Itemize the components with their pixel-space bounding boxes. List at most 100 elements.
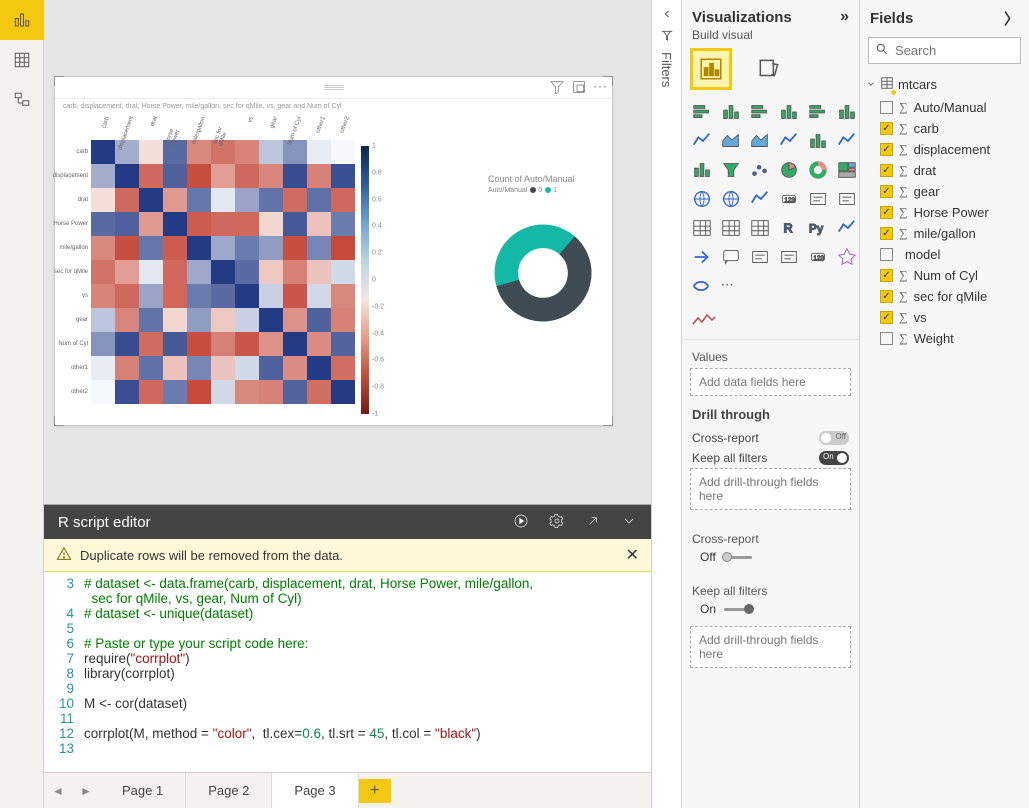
checkbox[interactable] [880, 269, 893, 282]
report-view-icon[interactable] [0, 0, 44, 40]
model-view-icon[interactable] [0, 80, 44, 120]
viz-clustered-bar[interactable] [719, 100, 743, 124]
field-auto-manual[interactable]: ∑ Auto/Manual [860, 97, 1029, 118]
viz-pie[interactable] [777, 158, 801, 182]
viz-clustered-column[interactable] [777, 100, 801, 124]
field-gear[interactable]: ∑ gear [860, 181, 1029, 202]
focus-icon[interactable] [571, 79, 587, 98]
table-node-mtcars[interactable]: mtcars [860, 70, 1029, 97]
popout-icon[interactable] [585, 513, 601, 532]
viz-area[interactable] [719, 129, 743, 153]
viz-stacked-bar[interactable] [690, 100, 714, 124]
page-tab[interactable]: Page 3 [272, 773, 358, 808]
search-input[interactable] [895, 43, 1014, 58]
drillthrough-dropzone[interactable]: Add drill-through fields here [690, 468, 851, 510]
viz-line-clustered[interactable] [777, 129, 801, 153]
viz-py-visual[interactable]: Py [806, 216, 830, 240]
viz-waterfall[interactable] [690, 158, 714, 182]
r-visual[interactable]: ··· carb, displacement, drat, Horse Powe… [54, 76, 613, 426]
viz-more-menu[interactable]: ⋯ [717, 275, 739, 300]
viz-narrative[interactable] [748, 245, 772, 269]
page-tab[interactable]: Page 1 [100, 773, 186, 808]
checkbox[interactable] [880, 227, 893, 240]
viz-extra[interactable] [690, 275, 712, 300]
viz-clustered-column-100[interactable] [835, 100, 859, 124]
run-script-icon[interactable] [513, 513, 529, 532]
viz-azure-map[interactable] [748, 187, 772, 211]
more-icon[interactable]: ··· [593, 79, 608, 98]
viz-qa[interactable] [719, 245, 743, 269]
viz-card[interactable] [806, 187, 830, 211]
checkbox[interactable] [880, 164, 893, 177]
expand-filters-icon[interactable] [661, 8, 673, 23]
field-horse-power[interactable]: ∑ Horse Power [860, 202, 1029, 223]
cross-report-slider[interactable] [724, 556, 752, 559]
report-canvas[interactable]: ··· carb, displacement, drat, Horse Powe… [44, 0, 651, 504]
field-drat[interactable]: ∑ drat [860, 160, 1029, 181]
viz-funnel[interactable] [719, 158, 743, 182]
view-rail [0, 0, 44, 808]
field-weight[interactable]: ∑ Weight [860, 328, 1029, 349]
filter-icon[interactable] [549, 79, 565, 98]
field-sec-for-qmile[interactable]: ∑ sec for qMile [860, 286, 1029, 307]
format-visual-mode[interactable] [750, 50, 788, 88]
field-carb[interactable]: ∑ carb [860, 118, 1029, 139]
build-visual-mode[interactable] [692, 50, 730, 88]
viz-ribbon[interactable] [835, 129, 859, 153]
values-dropzone[interactable]: Add data fields here [690, 368, 851, 396]
next-page-icon[interactable]: ► [72, 773, 100, 808]
viz-key-influencers[interactable] [835, 216, 859, 240]
field-vs[interactable]: ∑ vs [860, 307, 1029, 328]
viz-line[interactable] [690, 129, 714, 153]
viz-multi-card[interactable] [835, 187, 859, 211]
viz-gauge[interactable]: 123 [777, 187, 801, 211]
viz-map[interactable] [690, 187, 714, 211]
viz-table[interactable] [748, 216, 772, 240]
checkbox[interactable] [880, 206, 893, 219]
checkbox[interactable] [880, 143, 893, 156]
viz-scatter[interactable] [748, 158, 772, 182]
collapse-fields-icon[interactable]: 〉 [1004, 8, 1019, 29]
checkbox[interactable] [880, 101, 893, 114]
checkbox[interactable] [880, 185, 893, 198]
data-view-icon[interactable] [0, 40, 44, 80]
viz-stacked-bar-100[interactable] [806, 100, 830, 124]
field-mile-gallon[interactable]: ∑ mile/gallon [860, 223, 1029, 244]
viz-r-visual[interactable]: R [777, 216, 801, 240]
viz-powerapp[interactable]: 123 [806, 245, 830, 269]
viz-paginated[interactable] [777, 245, 801, 269]
filters-pane-collapsed[interactable]: Filters [651, 0, 681, 808]
checkbox[interactable] [880, 248, 893, 261]
add-page-button[interactable]: + [359, 779, 391, 803]
viz-stacked-column[interactable] [748, 100, 772, 124]
cross-report-toggle[interactable]: Off [819, 431, 849, 445]
fields-search[interactable] [868, 37, 1021, 64]
keep-filters-slider[interactable] [724, 608, 752, 611]
collapse-viz-icon[interactable]: » [840, 8, 849, 26]
viz-stacked-area[interactable] [748, 129, 772, 153]
field-displacement[interactable]: ∑ displacement [860, 139, 1029, 160]
page-tab[interactable]: Page 2 [186, 773, 272, 808]
field-num-of-cyl[interactable]: ∑ Num of Cyl [860, 265, 1029, 286]
prev-page-icon[interactable]: ◄ [44, 773, 72, 808]
script-options-icon[interactable] [549, 513, 565, 532]
viz-decomp[interactable] [690, 245, 714, 269]
checkbox[interactable] [880, 122, 893, 135]
visual-header[interactable]: ··· [55, 77, 612, 99]
viz-slicer[interactable] [719, 216, 743, 240]
viz-donut[interactable] [806, 158, 830, 182]
checkbox[interactable] [880, 311, 893, 324]
checkbox[interactable] [880, 290, 893, 303]
viz-treemap[interactable] [835, 158, 859, 182]
field-model[interactable]: model [860, 244, 1029, 265]
code-area[interactable]: 3# dataset <- data.frame(carb, displacem… [44, 572, 651, 772]
collapse-editor-icon[interactable] [621, 513, 637, 532]
viz-custom[interactable] [835, 245, 859, 269]
drillthrough-dropzone-2[interactable]: Add drill-through fields here [690, 626, 851, 668]
viz-filled-map[interactable] [719, 187, 743, 211]
close-icon[interactable]: ✕ [626, 545, 639, 565]
viz-kpi[interactable] [690, 216, 714, 240]
keep-filters-toggle[interactable]: On [819, 451, 849, 465]
checkbox[interactable] [880, 332, 893, 345]
viz-line-stacked[interactable] [806, 129, 830, 153]
